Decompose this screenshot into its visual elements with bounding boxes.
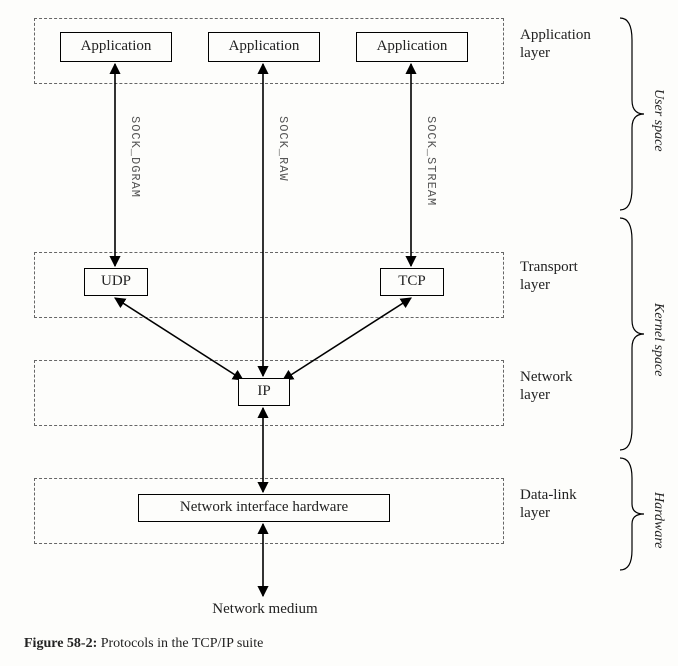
node-tcp: TCP: [380, 268, 444, 296]
figure-number: Figure 58-2:: [24, 636, 97, 651]
node-ip: IP: [238, 378, 290, 406]
node-udp: UDP: [84, 268, 148, 296]
node-application-1: Application: [60, 32, 172, 62]
layer-label-network: Network layer: [520, 368, 573, 404]
layer-label-datalink: Data-link layer: [520, 486, 577, 522]
node-application-2: Application: [208, 32, 320, 62]
node-application-3: Application: [356, 32, 468, 62]
label-kernel-space: Kernel space: [650, 270, 666, 410]
label-network-medium: Network medium: [200, 600, 330, 618]
arrows-svg: [0, 0, 678, 666]
figure-text: Protocols in the TCP/IP suite: [97, 636, 263, 651]
label-user-space: User space: [650, 60, 666, 180]
node-nih: Network interface hardware: [138, 494, 390, 522]
layer-label-transport: Transport layer: [520, 258, 578, 294]
label-sock-raw: SOCK_RAW: [276, 116, 290, 182]
label-sock-dgram: SOCK_DGRAM: [128, 116, 142, 198]
figure-caption: Figure 58-2: Protocols in the TCP/IP sui…: [24, 636, 263, 652]
layer-label-application: Application layer: [520, 26, 591, 62]
diagram-canvas: Application layer Transport layer Networ…: [0, 0, 678, 666]
label-hardware: Hardware: [650, 480, 666, 560]
label-sock-stream: SOCK_STREAM: [424, 116, 438, 206]
